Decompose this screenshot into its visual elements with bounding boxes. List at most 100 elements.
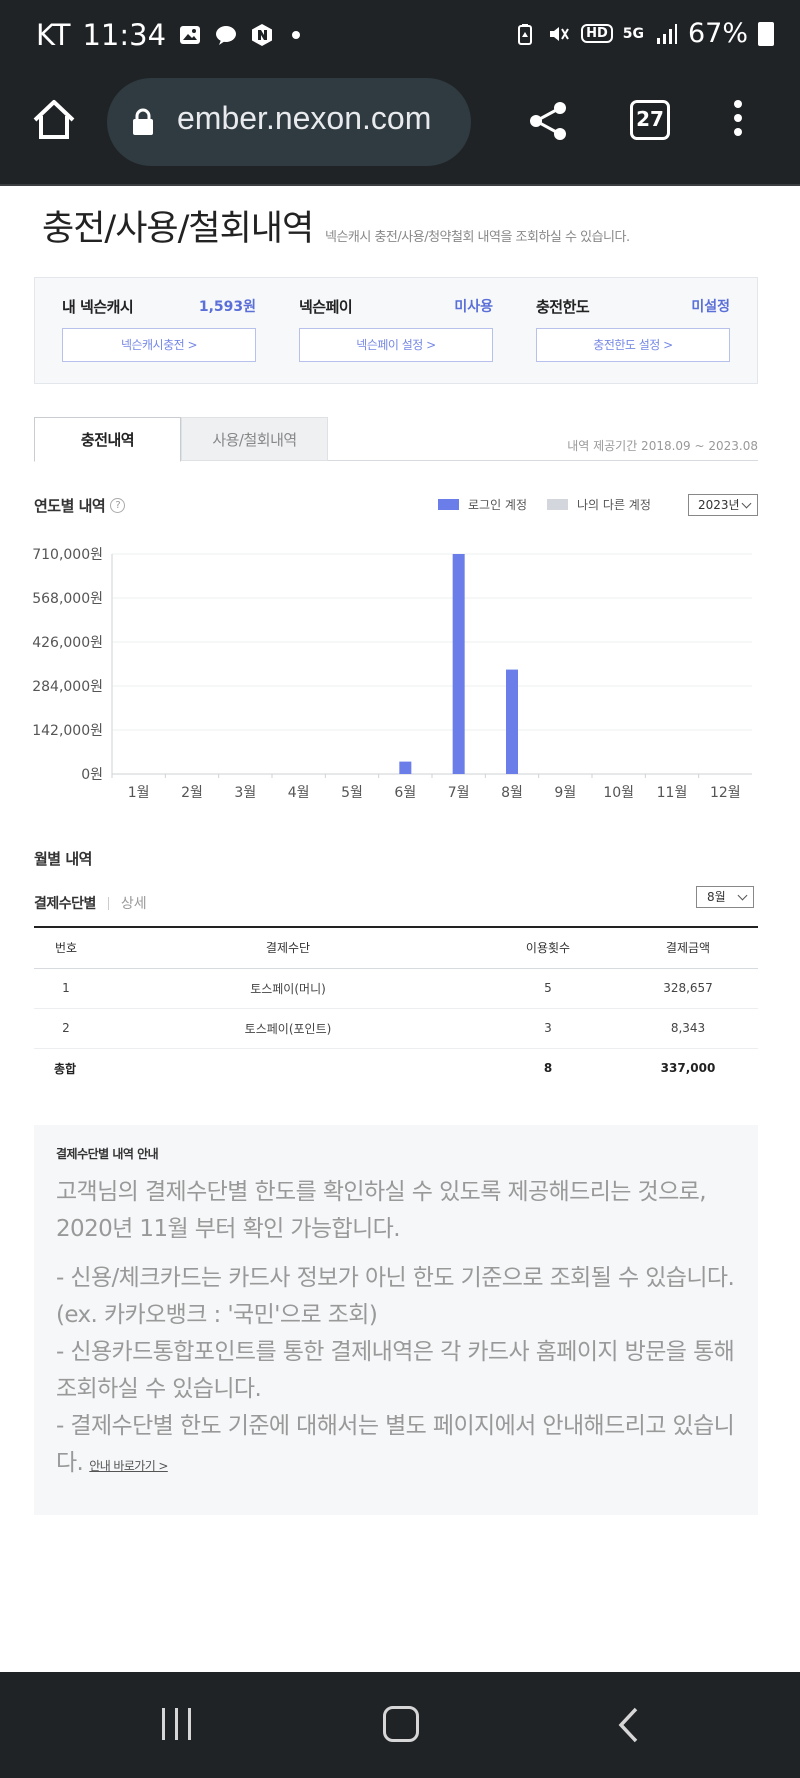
history-tabs: 충전내역 사용/철회내역 내역 제공기간 2018.09 ~ 2023.08 <box>34 417 758 462</box>
row-method: 토스페이(머니) <box>98 968 478 1009</box>
status-left: KT 11:34 <box>36 18 301 52</box>
nexon-pay-section: 넥슨페이 미사용 넥슨페이 설정 > <box>299 296 493 362</box>
status-bar: KT 11:34 HD 5G 67% <box>0 0 800 74</box>
nexon-pay-value: 미사용 <box>454 299 493 315</box>
x-tick-label: 11월 <box>657 785 688 801</box>
y-tick-label: 142,000원 <box>32 723 103 739</box>
x-tick-label: 5월 <box>341 785 363 801</box>
row-number: 1 <box>34 968 98 1009</box>
battery-icon <box>758 21 774 46</box>
nexon-pay-settings-button[interactable]: 넥슨페이 설정 > <box>299 328 493 362</box>
legend-swatch-login <box>438 499 459 510</box>
tab-switcher-button[interactable]: 27 <box>630 100 670 140</box>
x-tick-label: 2월 <box>181 785 203 801</box>
share-icon[interactable] <box>528 100 568 142</box>
network-badge: 5G <box>622 25 644 42</box>
status-right: HD 5G 67% <box>513 18 774 49</box>
yearly-bar-chart: 710,000원 568,000원 426,000원 284,000원 142,000원… <box>32 547 752 801</box>
signal-icon <box>656 23 677 44</box>
row-count: 5 <box>478 968 618 1009</box>
total-amount: 337,000 <box>618 1047 758 1088</box>
help-icon[interactable]: ? <box>110 498 126 513</box>
monthly-history-title: 월별 내역 <box>34 850 92 868</box>
page-description: 넥슨캐시 충전/사용/청약철회 내역을 조회하실 수 있습니다. <box>325 230 630 245</box>
table-row: 1 토스페이(머니) 5 328,657 <box>34 968 758 1009</box>
month-select-value: 8월 <box>707 890 726 904</box>
guide-link[interactable]: 안내 바로가기 > <box>89 1459 168 1473</box>
battery-percent: 67% <box>687 18 748 49</box>
row-amount: 8,343 <box>618 1008 758 1049</box>
subtab-by-method[interactable]: 결제수단별 <box>34 893 96 913</box>
legend-item-login: 로그인 계정 <box>438 496 527 513</box>
col-method: 결제수단 <box>98 926 478 969</box>
nexon-cash-section: 내 넥슨캐시 1,593원 넥슨캐시충전 > <box>62 296 256 362</box>
notice-paragraph-last: - 결제수단별 한도 기준에 대해서는 별도 페이지에서 안내해드리고 있습니다… <box>56 1408 756 1485</box>
yearly-history-title: 연도별 내역 ? <box>34 495 126 516</box>
table-row: 2 토스페이(포인트) 3 8,343 <box>34 1008 758 1049</box>
y-tick-label: 568,000원 <box>32 591 103 607</box>
chevron-down-icon <box>741 498 752 509</box>
carrier-label: KT <box>36 18 71 52</box>
notice-paragraph: - 신용/체크카드는 카드사 정보가 아닌 한도 기준으로 조회될 수 있습니다… <box>56 1265 735 1328</box>
browser-toolbar: ember.nexon.com 27 <box>0 74 800 186</box>
charge-limit-settings-button[interactable]: 충전한도 설정 > <box>536 328 730 362</box>
notice-paragraph: - 신용카드통합포인트를 통한 결제내역은 각 카드사 홈페이지 방문을 통해 … <box>56 1339 735 1402</box>
battery-saver-icon <box>518 23 533 45</box>
month-select[interactable]: 8월 <box>696 886 754 908</box>
subtab-detail[interactable]: 상세 <box>121 893 147 913</box>
y-tick-label: 284,000원 <box>32 679 103 695</box>
legend-swatch-other <box>547 499 569 510</box>
y-tick-label: 710,000원 <box>32 547 103 563</box>
hd-badge: HD <box>581 24 613 43</box>
total-count: 8 <box>478 1047 618 1088</box>
x-tick-label: 9월 <box>554 785 576 801</box>
x-tick-label: 6월 <box>394 785 416 801</box>
row-number: 2 <box>34 1008 98 1049</box>
row-amount: 328,657 <box>618 968 758 1009</box>
x-tick-label: 8월 <box>501 785 523 801</box>
naver-icon <box>252 24 273 46</box>
row-method: 토스페이(포인트) <box>98 1008 478 1049</box>
x-tick-label: 12월 <box>710 785 741 801</box>
chart-bar <box>399 761 412 774</box>
x-tick-label: 3월 <box>234 785 256 801</box>
tab-use-withdraw-history[interactable]: 사용/철회내역 <box>181 417 328 461</box>
home-icon[interactable] <box>30 96 78 144</box>
payment-method-notice: 결제수단별 내역 안내 고객님의 결제수단별 한도를 확인하실 수 있도록 제공… <box>34 1125 758 1515</box>
table-total-row: 총합 8 337,000 <box>34 1047 758 1088</box>
col-count: 이용횟수 <box>478 926 618 969</box>
home-nav-icon[interactable] <box>383 1706 419 1742</box>
charge-limit-value: 미설정 <box>691 299 730 315</box>
clock: 11:34 <box>82 18 167 52</box>
chat-icon <box>216 26 237 45</box>
x-tick-label: 10월 <box>603 785 634 801</box>
table-header-row: 번호 결제수단 이용횟수 결제금액 <box>34 926 758 969</box>
back-icon[interactable] <box>617 1706 639 1744</box>
row-count: 3 <box>478 1008 618 1049</box>
page-title: 충전/사용/철회내역 <box>42 209 314 249</box>
y-tick-label: 426,000원 <box>32 635 103 651</box>
chevron-down-icon <box>737 890 748 901</box>
gallery-icon <box>180 26 201 44</box>
chart-bar <box>452 554 465 774</box>
notice-title: 결제수단별 내역 안내 <box>56 1147 159 1161</box>
legend-item-other: 나의 다른 계정 <box>547 496 651 513</box>
more-menu-icon[interactable] <box>732 100 744 142</box>
year-select[interactable]: 2023년 <box>688 494 758 516</box>
total-label: 총합 <box>34 1047 98 1088</box>
system-nav-bar <box>0 1672 800 1778</box>
address-bar[interactable]: ember.nexon.com <box>107 78 471 166</box>
chart-bar <box>506 669 518 774</box>
charge-limit-section: 충전한도 미설정 충전한도 설정 > <box>536 296 730 362</box>
tab-charge-history[interactable]: 충전내역 <box>34 417 181 462</box>
col-number: 번호 <box>34 926 98 969</box>
url-text: ember.nexon.com <box>177 100 432 136</box>
recent-apps-icon[interactable] <box>160 1706 194 1742</box>
nexon-cash-charge-button[interactable]: 넥슨캐시충전 > <box>62 328 256 362</box>
x-tick-label: 7월 <box>448 785 470 801</box>
monthly-subtabs: 결제수단별 상세 <box>34 893 147 913</box>
nexon-pay-label: 넥슨페이 <box>299 298 353 316</box>
year-select-value: 2023년 <box>698 498 740 512</box>
payment-method-table: 번호 결제수단 이용횟수 결제금액 1 토스페이(머니) 5 328,657 2… <box>34 926 758 1088</box>
nexon-cash-label: 내 넥슨캐시 <box>62 298 134 316</box>
